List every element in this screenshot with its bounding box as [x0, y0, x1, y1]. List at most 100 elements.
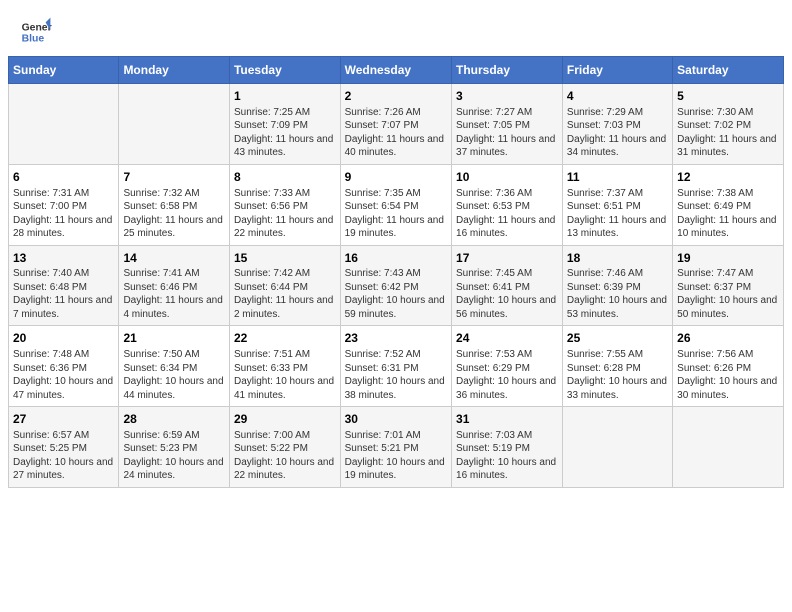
day-info: Sunrise: 7:31 AM Sunset: 7:00 PM Dayligh…: [13, 187, 114, 241]
calendar-cell: 30Sunrise: 7:01 AM Sunset: 5:21 PM Dayli…: [340, 407, 451, 488]
day-info: Sunrise: 7:27 AM Sunset: 7:05 PM Dayligh…: [456, 106, 558, 160]
day-number: 27: [13, 411, 114, 428]
calendar-wrapper: SundayMondayTuesdayWednesdayThursdayFrid…: [0, 56, 792, 496]
calendar-cell: 8Sunrise: 7:33 AM Sunset: 6:56 PM Daylig…: [229, 164, 340, 245]
calendar-cell: 18Sunrise: 7:46 AM Sunset: 6:39 PM Dayli…: [562, 245, 672, 326]
day-number: 18: [567, 250, 668, 267]
calendar-header-saturday: Saturday: [673, 57, 784, 84]
day-number: 10: [456, 169, 558, 186]
day-number: 4: [567, 88, 668, 105]
calendar-cell: 25Sunrise: 7:55 AM Sunset: 6:28 PM Dayli…: [562, 326, 672, 407]
day-number: 17: [456, 250, 558, 267]
calendar-header-wednesday: Wednesday: [340, 57, 451, 84]
day-info: Sunrise: 6:57 AM Sunset: 5:25 PM Dayligh…: [13, 429, 114, 483]
day-info: Sunrise: 7:03 AM Sunset: 5:19 PM Dayligh…: [456, 429, 558, 483]
calendar-week-row: 6Sunrise: 7:31 AM Sunset: 7:00 PM Daylig…: [9, 164, 784, 245]
calendar-cell: [673, 407, 784, 488]
day-number: 9: [345, 169, 447, 186]
calendar-cell: 12Sunrise: 7:38 AM Sunset: 6:49 PM Dayli…: [673, 164, 784, 245]
day-info: Sunrise: 7:26 AM Sunset: 7:07 PM Dayligh…: [345, 106, 447, 160]
calendar-cell: 3Sunrise: 7:27 AM Sunset: 7:05 PM Daylig…: [452, 84, 563, 165]
day-info: Sunrise: 6:59 AM Sunset: 5:23 PM Dayligh…: [123, 429, 225, 483]
day-info: Sunrise: 7:53 AM Sunset: 6:29 PM Dayligh…: [456, 348, 558, 402]
day-info: Sunrise: 7:55 AM Sunset: 6:28 PM Dayligh…: [567, 348, 668, 402]
calendar-cell: 20Sunrise: 7:48 AM Sunset: 6:36 PM Dayli…: [9, 326, 119, 407]
day-number: 29: [234, 411, 336, 428]
calendar-cell: 17Sunrise: 7:45 AM Sunset: 6:41 PM Dayli…: [452, 245, 563, 326]
calendar-cell: 5Sunrise: 7:30 AM Sunset: 7:02 PM Daylig…: [673, 84, 784, 165]
calendar-cell: [119, 84, 230, 165]
day-info: Sunrise: 7:56 AM Sunset: 6:26 PM Dayligh…: [677, 348, 779, 402]
calendar-cell: 16Sunrise: 7:43 AM Sunset: 6:42 PM Dayli…: [340, 245, 451, 326]
calendar-cell: 21Sunrise: 7:50 AM Sunset: 6:34 PM Dayli…: [119, 326, 230, 407]
day-number: 22: [234, 330, 336, 347]
day-info: Sunrise: 7:51 AM Sunset: 6:33 PM Dayligh…: [234, 348, 336, 402]
day-info: Sunrise: 7:50 AM Sunset: 6:34 PM Dayligh…: [123, 348, 225, 402]
day-info: Sunrise: 7:36 AM Sunset: 6:53 PM Dayligh…: [456, 187, 558, 241]
calendar-header-monday: Monday: [119, 57, 230, 84]
calendar-cell: 23Sunrise: 7:52 AM Sunset: 6:31 PM Dayli…: [340, 326, 451, 407]
day-number: 13: [13, 250, 114, 267]
day-info: Sunrise: 7:52 AM Sunset: 6:31 PM Dayligh…: [345, 348, 447, 402]
calendar-week-row: 27Sunrise: 6:57 AM Sunset: 5:25 PM Dayli…: [9, 407, 784, 488]
calendar-cell: 31Sunrise: 7:03 AM Sunset: 5:19 PM Dayli…: [452, 407, 563, 488]
day-number: 3: [456, 88, 558, 105]
day-info: Sunrise: 7:00 AM Sunset: 5:22 PM Dayligh…: [234, 429, 336, 483]
day-info: Sunrise: 7:42 AM Sunset: 6:44 PM Dayligh…: [234, 267, 336, 321]
day-number: 12: [677, 169, 779, 186]
calendar-cell: 14Sunrise: 7:41 AM Sunset: 6:46 PM Dayli…: [119, 245, 230, 326]
calendar-week-row: 20Sunrise: 7:48 AM Sunset: 6:36 PM Dayli…: [9, 326, 784, 407]
calendar-cell: 7Sunrise: 7:32 AM Sunset: 6:58 PM Daylig…: [119, 164, 230, 245]
day-number: 6: [13, 169, 114, 186]
day-info: Sunrise: 7:33 AM Sunset: 6:56 PM Dayligh…: [234, 187, 336, 241]
day-number: 26: [677, 330, 779, 347]
day-number: 16: [345, 250, 447, 267]
day-number: 19: [677, 250, 779, 267]
day-number: 11: [567, 169, 668, 186]
calendar-cell: 26Sunrise: 7:56 AM Sunset: 6:26 PM Dayli…: [673, 326, 784, 407]
day-number: 23: [345, 330, 447, 347]
svg-text:Blue: Blue: [22, 34, 45, 45]
calendar-header-row: SundayMondayTuesdayWednesdayThursdayFrid…: [9, 57, 784, 84]
calendar-cell: [562, 407, 672, 488]
calendar-cell: 19Sunrise: 7:47 AM Sunset: 6:37 PM Dayli…: [673, 245, 784, 326]
calendar-cell: 27Sunrise: 6:57 AM Sunset: 5:25 PM Dayli…: [9, 407, 119, 488]
day-number: 8: [234, 169, 336, 186]
calendar-cell: 9Sunrise: 7:35 AM Sunset: 6:54 PM Daylig…: [340, 164, 451, 245]
day-number: 5: [677, 88, 779, 105]
logo: General Blue: [20, 16, 52, 48]
page-header: General Blue: [0, 0, 792, 56]
day-info: Sunrise: 7:41 AM Sunset: 6:46 PM Dayligh…: [123, 267, 225, 321]
calendar-cell: 6Sunrise: 7:31 AM Sunset: 7:00 PM Daylig…: [9, 164, 119, 245]
day-number: 14: [123, 250, 225, 267]
day-info: Sunrise: 7:45 AM Sunset: 6:41 PM Dayligh…: [456, 267, 558, 321]
calendar-header-sunday: Sunday: [9, 57, 119, 84]
calendar-header-friday: Friday: [562, 57, 672, 84]
day-info: Sunrise: 7:29 AM Sunset: 7:03 PM Dayligh…: [567, 106, 668, 160]
day-number: 1: [234, 88, 336, 105]
calendar-cell: [9, 84, 119, 165]
day-info: Sunrise: 7:47 AM Sunset: 6:37 PM Dayligh…: [677, 267, 779, 321]
calendar-cell: 15Sunrise: 7:42 AM Sunset: 6:44 PM Dayli…: [229, 245, 340, 326]
calendar-cell: 22Sunrise: 7:51 AM Sunset: 6:33 PM Dayli…: [229, 326, 340, 407]
calendar-cell: 1Sunrise: 7:25 AM Sunset: 7:09 PM Daylig…: [229, 84, 340, 165]
calendar-week-row: 1Sunrise: 7:25 AM Sunset: 7:09 PM Daylig…: [9, 84, 784, 165]
day-info: Sunrise: 7:35 AM Sunset: 6:54 PM Dayligh…: [345, 187, 447, 241]
calendar-cell: 24Sunrise: 7:53 AM Sunset: 6:29 PM Dayli…: [452, 326, 563, 407]
day-info: Sunrise: 7:37 AM Sunset: 6:51 PM Dayligh…: [567, 187, 668, 241]
day-number: 20: [13, 330, 114, 347]
day-number: 28: [123, 411, 225, 428]
calendar-cell: 2Sunrise: 7:26 AM Sunset: 7:07 PM Daylig…: [340, 84, 451, 165]
calendar-cell: 11Sunrise: 7:37 AM Sunset: 6:51 PM Dayli…: [562, 164, 672, 245]
day-number: 31: [456, 411, 558, 428]
day-info: Sunrise: 7:25 AM Sunset: 7:09 PM Dayligh…: [234, 106, 336, 160]
calendar-week-row: 13Sunrise: 7:40 AM Sunset: 6:48 PM Dayli…: [9, 245, 784, 326]
calendar-table: SundayMondayTuesdayWednesdayThursdayFrid…: [8, 56, 784, 488]
day-info: Sunrise: 7:38 AM Sunset: 6:49 PM Dayligh…: [677, 187, 779, 241]
calendar-cell: 10Sunrise: 7:36 AM Sunset: 6:53 PM Dayli…: [452, 164, 563, 245]
day-number: 21: [123, 330, 225, 347]
calendar-cell: 13Sunrise: 7:40 AM Sunset: 6:48 PM Dayli…: [9, 245, 119, 326]
day-info: Sunrise: 7:46 AM Sunset: 6:39 PM Dayligh…: [567, 267, 668, 321]
calendar-cell: 29Sunrise: 7:00 AM Sunset: 5:22 PM Dayli…: [229, 407, 340, 488]
day-info: Sunrise: 7:48 AM Sunset: 6:36 PM Dayligh…: [13, 348, 114, 402]
